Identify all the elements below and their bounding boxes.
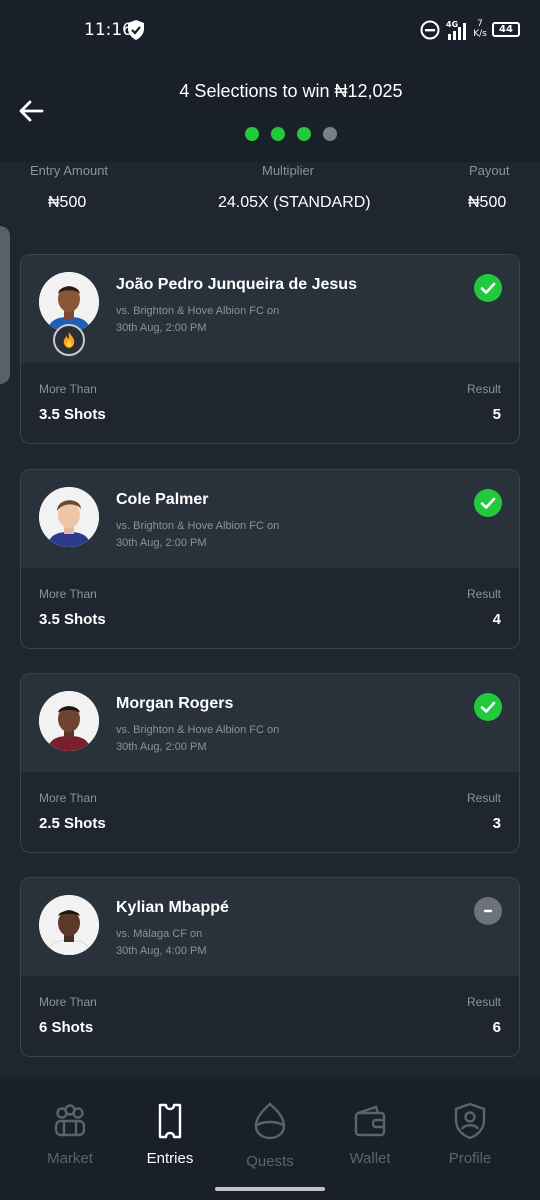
player-name: Morgan Rogers (116, 695, 234, 712)
profile-shield-icon (454, 1102, 486, 1140)
bottom-nav: Market Entries Quests Wallet Profile (0, 1077, 540, 1200)
pick-card[interactable]: Kylian Mbappé vs. Málaga CF on 30th Aug,… (20, 877, 520, 1057)
line-label: More Than (39, 382, 97, 396)
battery-level: 44 (499, 24, 513, 35)
header: 4 Selections to win ₦12,025 (0, 60, 540, 162)
do-not-disturb-icon (420, 20, 440, 40)
nav-market[interactable]: Market (20, 1077, 120, 1177)
ticket-icon (158, 1103, 182, 1139)
side-drawer-handle[interactable] (0, 226, 10, 384)
player-name: João Pedro Junqueira de Jesus (116, 276, 357, 293)
payout-value: ₦500 (468, 194, 507, 211)
svg-text:4G: 4G (446, 20, 458, 29)
match-date: 30th Aug, 4:00 PM (116, 945, 207, 957)
result-value: 6 (492, 1019, 501, 1036)
result-value: 4 (492, 611, 501, 628)
nav-wallet[interactable]: Wallet (320, 1077, 420, 1177)
match-opponent: vs. Brighton & Hove Albion FC on (116, 724, 280, 736)
hot-pick-badge (53, 324, 85, 356)
market-icon (54, 1104, 86, 1137)
pick-card[interactable]: João Pedro Junqueira de Jesus vs. Bright… (20, 254, 520, 444)
multiplier-label: Multiplier (262, 163, 315, 178)
nav-label: Entries (146, 1150, 194, 1167)
progress-dot (297, 127, 311, 141)
progress-dot (271, 127, 285, 141)
pick-card[interactable]: Cole Palmer vs. Brighton & Hove Albion F… (20, 469, 520, 649)
nav-label: Market (47, 1150, 93, 1167)
wallet-icon (354, 1105, 386, 1137)
multiplier-value: 24.05X (STANDARD) (218, 194, 371, 211)
nav-quests[interactable]: Quests (220, 1077, 320, 1177)
pick-card-header: Cole Palmer vs. Brighton & Hove Albion F… (21, 470, 519, 568)
payout-label: Payout (469, 163, 510, 178)
player-avatar (39, 691, 99, 751)
status-bar: 11:16 4G 7 K/s 44 (0, 0, 540, 60)
speed-value: 7 (477, 19, 483, 29)
line-label: More Than (39, 587, 97, 601)
quests-icon (254, 1102, 286, 1140)
match-date: 30th Aug, 2:00 PM (116, 741, 207, 753)
result-label: Result (466, 587, 501, 601)
shield-check-icon (128, 20, 144, 40)
result-value: 5 (492, 406, 501, 423)
pick-card-header: Morgan Rogers vs. Brighton & Hove Albion… (21, 674, 519, 772)
page-title: 4 Selections to win ₦12,025 (179, 81, 403, 101)
pick-card-header: João Pedro Junqueira de Jesus vs. Bright… (21, 255, 519, 363)
result-label: Result (466, 995, 501, 1009)
result-label: Result (466, 791, 501, 805)
line-label: More Than (39, 995, 97, 1009)
home-indicator[interactable] (215, 1187, 325, 1191)
line-value: 2.5 Shots (39, 815, 106, 832)
player-avatar (39, 487, 99, 547)
nav-label: Quests (246, 1153, 294, 1170)
match-opponent: vs. Brighton & Hove Albion FC on (116, 520, 280, 532)
fire-icon (63, 332, 75, 348)
progress-dot (245, 127, 259, 141)
pick-card-header: Kylian Mbappé vs. Málaga CF on 30th Aug,… (21, 878, 519, 976)
result-value: 3 (492, 815, 501, 832)
nav-label: Profile (448, 1150, 492, 1167)
line-value: 6 Shots (39, 1019, 94, 1036)
pick-card[interactable]: Morgan Rogers vs. Brighton & Hove Albion… (20, 673, 520, 853)
player-avatar (39, 272, 99, 332)
network-speed: 7 K/s (472, 19, 488, 39)
match-date: 30th Aug, 2:00 PM (116, 537, 207, 549)
nav-entries[interactable]: Entries (120, 1077, 220, 1177)
line-value: 3.5 Shots (39, 406, 106, 423)
match-opponent: vs. Málaga CF on (116, 928, 203, 940)
progress-dots (245, 127, 337, 141)
check-circle-icon (474, 693, 502, 721)
match-opponent: vs. Brighton & Hove Albion FC on (116, 305, 280, 317)
progress-dot (323, 127, 337, 141)
back-arrow-icon[interactable] (18, 99, 44, 123)
line-label: More Than (39, 791, 97, 805)
check-circle-icon (474, 274, 502, 302)
minus-circle-icon (474, 897, 502, 925)
player-name: Kylian Mbappé (116, 899, 229, 916)
check-circle-icon (474, 489, 502, 517)
entry-amount-value: ₦500 (48, 194, 87, 211)
match-date: 30th Aug, 2:00 PM (116, 322, 207, 334)
line-value: 3.5 Shots (39, 611, 106, 628)
result-label: Result (466, 382, 501, 396)
signal-4g-icon: 4G (446, 20, 466, 40)
player-avatar (39, 895, 99, 955)
nav-profile[interactable]: Profile (420, 1077, 520, 1177)
entry-amount-label: Entry Amount (30, 163, 109, 178)
battery-icon: 44 (492, 22, 520, 37)
nav-label: Wallet (349, 1150, 391, 1167)
speed-unit: K/s (473, 29, 487, 39)
player-name: Cole Palmer (116, 491, 209, 508)
